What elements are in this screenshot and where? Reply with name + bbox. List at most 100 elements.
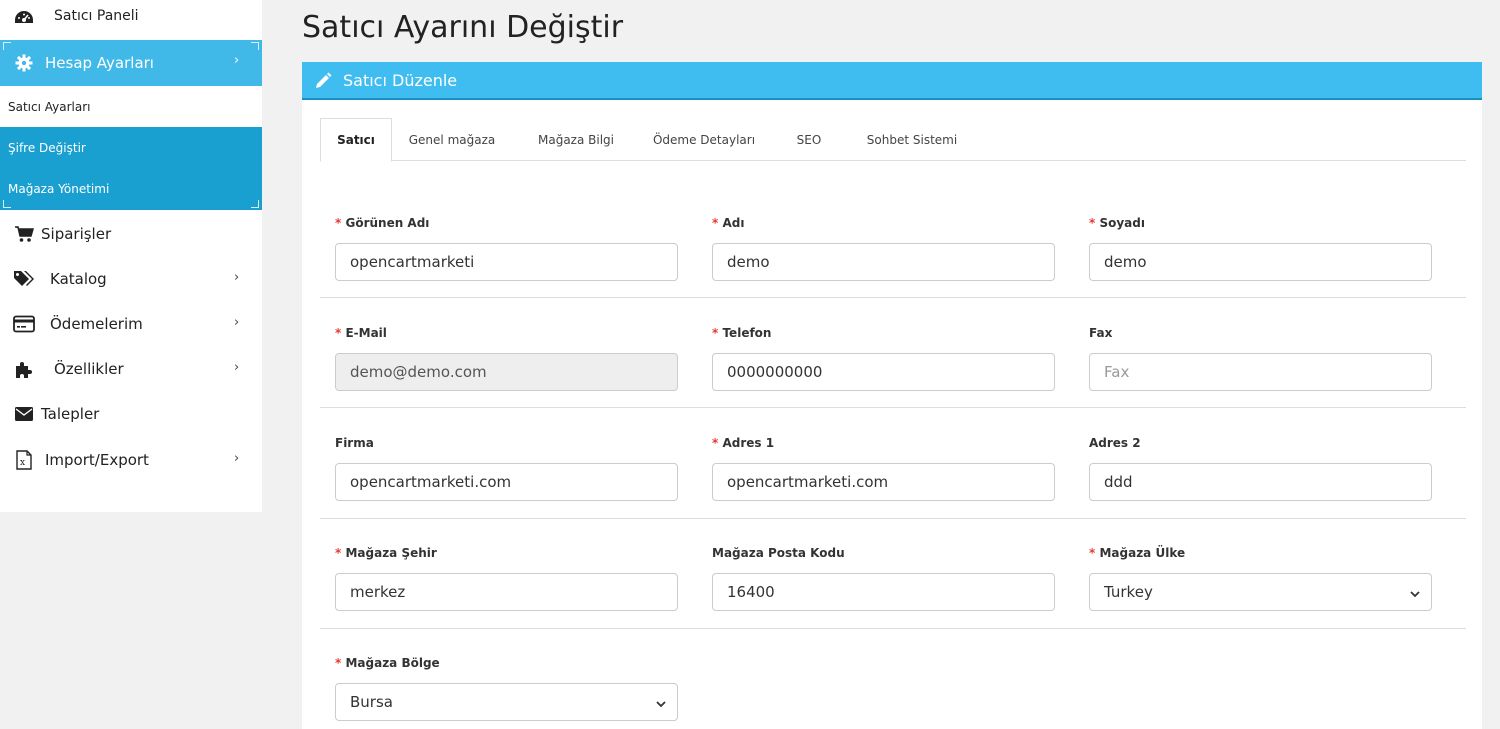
sidebar-subitem-label: Şifre Değiştir	[8, 140, 86, 155]
postcode-label: Mağaza Posta Kodu	[712, 546, 845, 560]
tab-seo[interactable]: SEO	[786, 118, 832, 161]
chevron-right-icon: ›	[234, 53, 240, 68]
required-mark: *	[1089, 546, 1096, 560]
email-label: * E-Mail	[335, 326, 387, 340]
display-name-label: * Görünen Adı	[335, 216, 429, 230]
chevron-down-icon	[655, 696, 667, 708]
divider	[320, 407, 1466, 408]
country-select[interactable]: Turkey	[1089, 573, 1432, 611]
dashboard-icon	[12, 8, 36, 28]
required-mark: *	[712, 216, 719, 230]
envelope-icon	[12, 404, 36, 424]
country-label: * Mağaza Ülke	[1089, 546, 1185, 560]
region-select[interactable]: Bursa	[335, 683, 678, 721]
corner-decoration	[3, 42, 11, 50]
first-name-input[interactable]: demo	[712, 243, 1055, 281]
fax-label: Fax	[1089, 326, 1113, 340]
divider	[320, 297, 1466, 298]
company-label: Firma	[335, 436, 374, 450]
last-name-input[interactable]: demo	[1089, 243, 1432, 281]
sidebar-item-dashboard[interactable]: Satıcı Paneli	[0, 0, 262, 36]
corner-decoration	[251, 200, 259, 208]
chevron-down-icon	[1409, 586, 1421, 598]
country-select-value: Turkey	[1104, 583, 1153, 601]
label-text: Soyadı	[1099, 216, 1145, 230]
sidebar-item-label: Import/Export	[45, 451, 149, 469]
required-mark: *	[335, 326, 342, 340]
page-title: Satıcı Ayarını Değiştir	[302, 10, 624, 45]
chevron-right-icon: ›	[234, 315, 240, 330]
sidebar-item-account-settings[interactable]: Hesap Ayarları ›	[0, 40, 262, 86]
tags-icon	[12, 269, 36, 289]
corner-decoration	[251, 42, 259, 50]
required-mark: *	[712, 326, 719, 340]
sidebar-item-label: Siparişler	[41, 225, 112, 243]
required-mark: *	[335, 656, 342, 670]
tab-chat-system[interactable]: Sohbet Sistemi	[850, 118, 974, 161]
postcode-input[interactable]: 16400	[712, 573, 1055, 611]
last-name-label: * Soyadı	[1089, 216, 1145, 230]
divider	[320, 518, 1466, 519]
tab-general-store[interactable]: Genel mağaza	[400, 118, 504, 161]
gear-icon	[12, 53, 36, 73]
required-mark: *	[1089, 216, 1096, 230]
phone-label: * Telefon	[712, 326, 771, 340]
sidebar-item-label: Talepler	[41, 405, 100, 423]
label-text: Mağaza Bölge	[345, 656, 440, 670]
label-text: Mağaza Ülke	[1099, 546, 1186, 560]
required-mark: *	[335, 546, 342, 560]
sidebar-item-label: Özellikler	[54, 360, 124, 378]
label-text: E-Mail	[345, 326, 387, 340]
sidebar-subitem-label: Satıcı Ayarları	[8, 99, 91, 114]
required-mark: *	[712, 436, 719, 450]
pencil-icon	[314, 72, 332, 90]
puzzle-icon	[12, 359, 36, 379]
sidebar-item-label: Satıcı Paneli	[54, 8, 139, 24]
city-input[interactable]: merkez	[335, 573, 678, 611]
tab-payment-details[interactable]: Ödeme Detayları	[642, 118, 766, 161]
label-text: Adı	[722, 216, 745, 230]
label-text: Adres 1	[722, 436, 775, 450]
panel-header: Satıcı Düzenle	[302, 62, 1482, 100]
svg-text:x: x	[20, 458, 25, 468]
company-input[interactable]: opencartmarketi.com	[335, 463, 678, 501]
address2-label: Adres 2	[1089, 436, 1141, 450]
tab-store-info[interactable]: Mağaza Bilgi	[526, 118, 626, 161]
email-input[interactable]: demo@demo.com	[335, 353, 678, 391]
sidebar-item-catalog[interactable]: Katalog ›	[0, 256, 262, 302]
sidebar-item-label: Hesap Ayarları	[45, 54, 154, 72]
region-label: * Mağaza Bölge	[335, 656, 440, 670]
chevron-right-icon: ›	[234, 270, 240, 285]
label-text: Telefon	[722, 326, 772, 340]
sidebar-item-orders[interactable]: Siparişler	[0, 212, 262, 256]
address2-input[interactable]: ddd	[1089, 463, 1432, 501]
sidebar-item-label: Ödemelerim	[50, 315, 143, 333]
sidebar-subitem-seller-settings[interactable]: Satıcı Ayarları	[0, 86, 262, 127]
first-name-label: * Adı	[712, 216, 744, 230]
required-mark: *	[335, 216, 342, 230]
address1-input[interactable]: opencartmarketi.com	[712, 463, 1055, 501]
sidebar-item-requests[interactable]: Talepler	[0, 392, 262, 436]
display-name-input[interactable]: opencartmarketi	[335, 243, 678, 281]
corner-decoration	[3, 200, 11, 208]
fax-input[interactable]: Fax	[1089, 353, 1432, 391]
sidebar-subitem-label: Mağaza Yönetimi	[8, 182, 110, 196]
excel-file-icon: x	[12, 450, 36, 470]
sidebar-subitem-store-management[interactable]: Mağaza Yönetimi	[0, 168, 262, 210]
sidebar-item-import-export[interactable]: x Import/Export ›	[0, 436, 262, 484]
sidebar-item-features[interactable]: Özellikler ›	[0, 346, 262, 392]
credit-card-icon	[12, 314, 36, 334]
tab-bar: Satıcı Genel mağaza Mağaza Bilgi Ödeme D…	[320, 118, 1466, 162]
address1-label: * Adres 1	[712, 436, 774, 450]
chevron-right-icon: ›	[234, 451, 240, 466]
tab-seller[interactable]: Satıcı	[320, 118, 392, 162]
chevron-right-icon: ›	[234, 360, 240, 375]
label-text: Görünen Adı	[345, 216, 430, 230]
sidebar-item-label: Katalog	[50, 270, 107, 288]
sidebar-item-payments[interactable]: Ödemelerim ›	[0, 302, 262, 346]
phone-input[interactable]: 0000000000	[712, 353, 1055, 391]
sidebar: Satıcı Paneli Hesap Ayarları › Satıcı Ay…	[0, 0, 262, 512]
region-select-value: Bursa	[350, 693, 393, 711]
sidebar-subitem-change-password[interactable]: Şifre Değiştir	[0, 127, 262, 168]
seller-edit-panel: Satıcı Düzenle Satıcı Genel mağaza Mağaz…	[302, 62, 1482, 729]
